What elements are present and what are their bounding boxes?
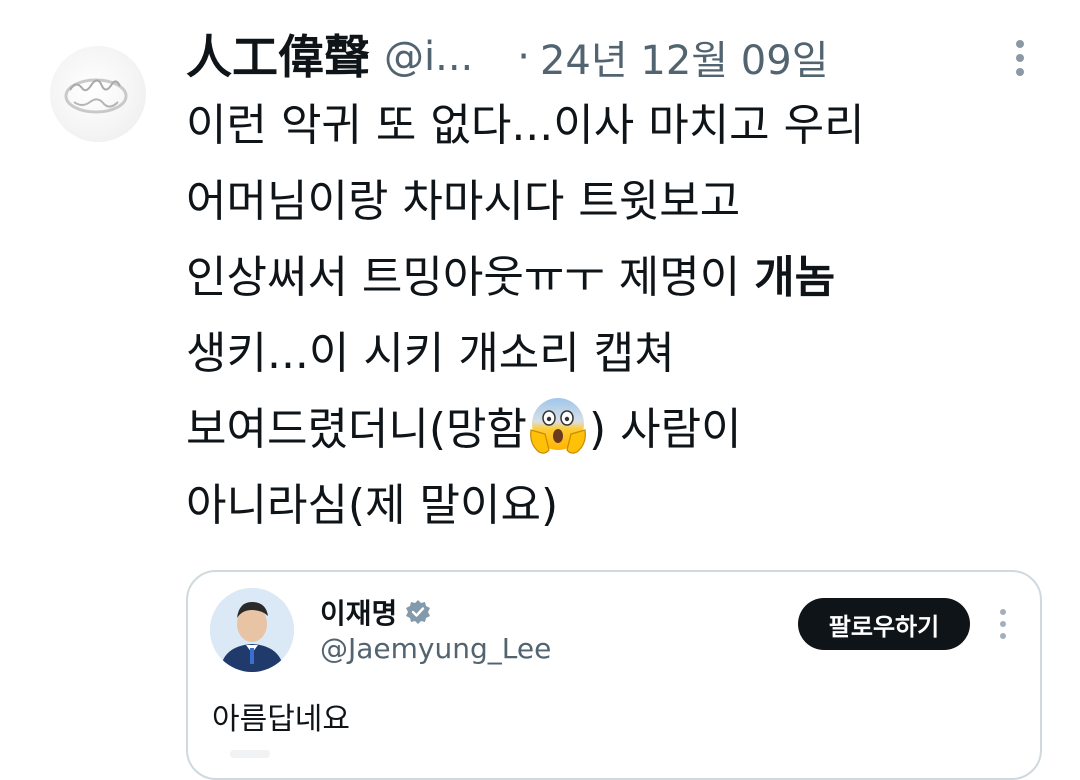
quoted-author-avatar[interactable]	[210, 588, 294, 672]
author-avatar[interactable]	[50, 46, 146, 142]
post-text-line: 보여드렸더니(망함 ) 사람이	[186, 392, 1046, 468]
post-text-line: 생키...이 시키 개소리 캡쳐	[186, 328, 675, 379]
more-options-icon[interactable]	[1004, 34, 1036, 82]
ring-avatar-icon	[64, 78, 128, 114]
quoted-media-preview	[230, 750, 270, 758]
post-date[interactable]: 24년 12월 09일	[540, 28, 829, 86]
separator-dot: ·	[517, 34, 530, 80]
post-text-line: 아니라심(제 말이요)	[186, 480, 559, 531]
post-text-line: 이런 악귀 또 없다...이사 마치고 우리	[186, 100, 865, 151]
bold-word: 개놈	[754, 252, 836, 303]
author-name[interactable]: 人工偉聲	[186, 34, 370, 80]
face-screaming-in-fear-icon	[530, 398, 586, 454]
quoted-post-text: 아름답네요	[212, 702, 350, 737]
post-text-line: 어머님이랑 차마시다 트윗보고	[186, 176, 741, 227]
post-header: 人工偉聲 @i... · 24년 12월 09일	[186, 22, 1046, 92]
quoted-name-row: 이재명	[320, 592, 431, 632]
post-text-line: 인상써서 트밍아웃ㅠㅜ 제명이 개놈	[186, 252, 836, 303]
quoted-post-card[interactable]: 이재명 @Jaemyung_Lee 팔로우하기 아름답네요	[186, 570, 1042, 780]
post-text: 이런 악귀 또 없다...이사 마치고 우리어머님이랑 차마시다 트윗보고인상써…	[186, 88, 1046, 544]
quoted-author-handle[interactable]: @Jaemyung_Lee	[320, 632, 551, 665]
quoted-author-name[interactable]: 이재명	[320, 592, 397, 632]
follow-button[interactable]: 팔로우하기	[798, 598, 970, 650]
author-handle[interactable]: @i...	[384, 34, 473, 80]
quoted-more-options-icon[interactable]	[994, 604, 1012, 644]
verified-badge-icon	[406, 600, 431, 624]
person-avatar-icon	[210, 588, 294, 672]
